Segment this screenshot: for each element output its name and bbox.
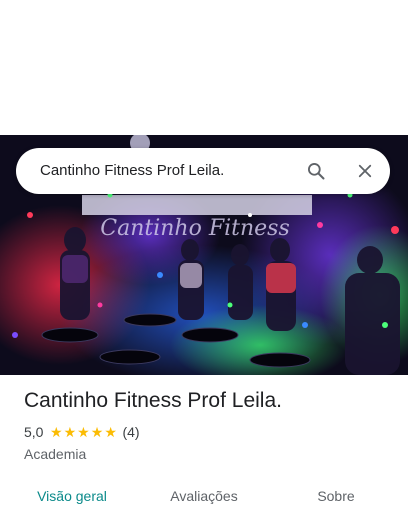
place-info: Cantinho Fitness Prof Leila. 5,0 ★ ★ ★ ★… <box>24 388 392 463</box>
photo-sign-text: Cantinho Fitness <box>100 216 289 241</box>
search-input[interactable]: Cantinho Fitness Prof Leila. <box>40 148 224 194</box>
close-icon <box>358 164 372 178</box>
tab-reviews[interactable]: Avaliações <box>148 480 260 512</box>
star-icon: ★ <box>63 424 77 440</box>
rating-value: 5,0 <box>24 424 44 440</box>
star-icon: ★ <box>104 424 117 440</box>
place-category: Academia <box>24 446 87 462</box>
rating-row[interactable]: 5,0 ★ ★ ★ ★ ★ (4) <box>24 423 392 441</box>
search-button[interactable] <box>302 157 330 185</box>
review-count[interactable]: (4) <box>122 424 139 440</box>
search-bar[interactable]: Cantinho Fitness Prof Leila. <box>16 148 390 194</box>
place-title: Cantinho Fitness Prof Leila. <box>24 389 282 412</box>
star-icon: ★ <box>90 424 104 440</box>
star-icon: ★ <box>77 424 90 440</box>
tab-about[interactable]: Sobre <box>280 480 392 512</box>
place-tabs: Visão geral Avaliações Sobre <box>0 480 408 512</box>
close-button[interactable] <box>351 157 379 185</box>
rating-stars: ★ ★ ★ ★ ★ <box>49 423 117 441</box>
search-icon <box>308 163 325 180</box>
star-icon: ★ <box>49 424 63 440</box>
tab-overview[interactable]: Visão geral <box>16 480 128 512</box>
